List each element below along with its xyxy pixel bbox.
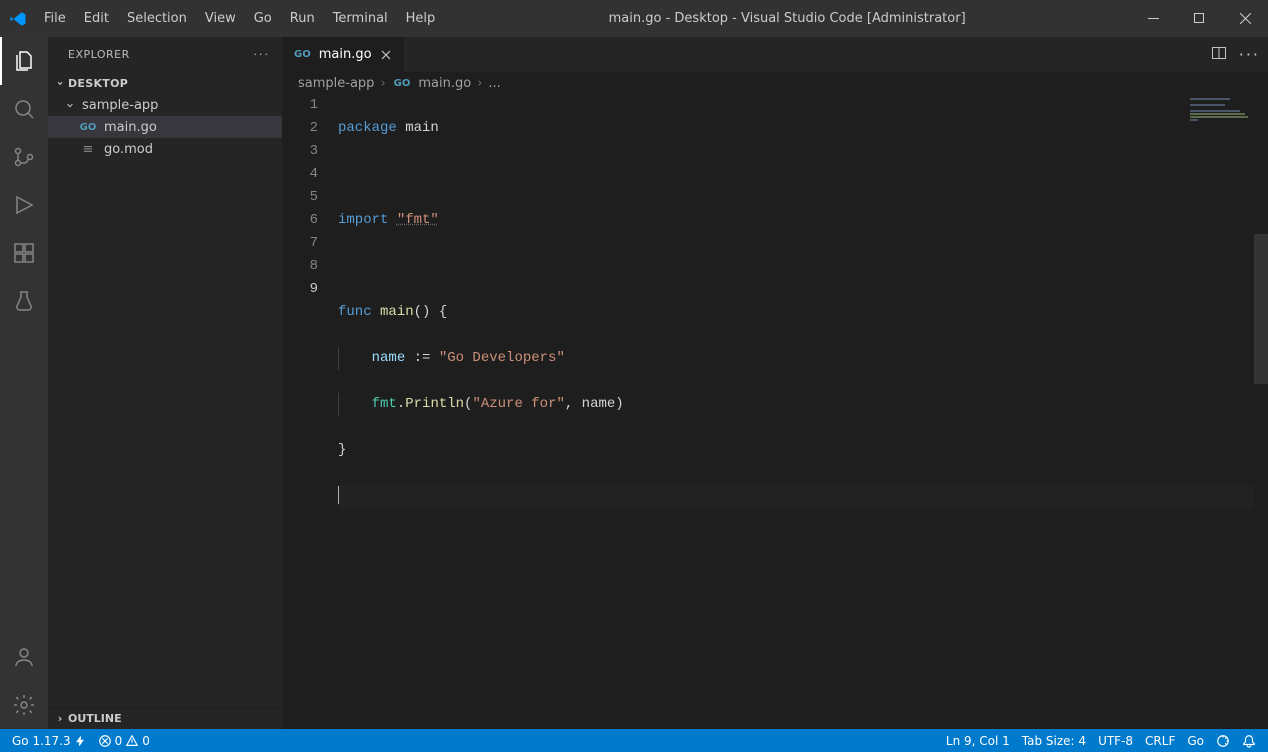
scrollbar[interactable] [1254,94,1268,729]
minimap-content [1190,98,1250,122]
go-file-icon: GO [80,122,96,133]
title-bar: File Edit Selection View Go Run Terminal… [0,0,1268,37]
chevron-down-icon [52,77,68,90]
menu-go[interactable]: Go [245,0,281,37]
tree-folder-sample-app[interactable]: sample-app [48,94,282,116]
status-bar: Go 1.17.3 0 0 Ln 9, Col 1 Tab Size: 4 UT… [0,729,1268,752]
chevron-right-icon [52,712,68,725]
line-number-gutter: 1 2 3 4 5 6 7 8 9 [282,94,338,729]
go-file-icon: GO [292,49,313,60]
window-title: main.go - Desktop - Visual Studio Code [… [444,11,1130,26]
breadcrumb-segment[interactable]: main.go [418,76,471,91]
activity-search[interactable] [0,85,48,133]
status-problems[interactable]: 0 0 [92,729,156,752]
close-button[interactable] [1222,0,1268,37]
code-editor[interactable]: 1 2 3 4 5 6 7 8 9 package main import "f… [282,94,1268,729]
menu-edit[interactable]: Edit [75,0,118,37]
chevron-down-icon [62,98,78,113]
minimap[interactable] [1174,94,1254,729]
root-label: DESKTOP [68,77,128,90]
outline-label: OUTLINE [68,712,122,725]
breadcrumb-tail[interactable]: ... [488,76,500,91]
file-tree: DESKTOP sample-app GO main.go ≡ go.mod [48,72,282,707]
activity-accounts[interactable] [0,633,48,681]
activity-settings[interactable] [0,681,48,729]
minimize-button[interactable] [1130,0,1176,37]
status-language[interactable]: Go [1181,729,1210,752]
status-encoding[interactable]: UTF-8 [1092,729,1139,752]
menu-file[interactable]: File [35,0,75,37]
activity-source-control[interactable] [0,133,48,181]
code-content[interactable]: package main import "fmt" func main() { … [338,94,1268,729]
folder-label: sample-app [82,98,158,113]
maximize-button[interactable] [1176,0,1222,37]
more-actions-icon[interactable]: ··· [1239,45,1260,64]
editor-area: GO main.go ··· sample-app › GO main.go ›… [282,37,1268,729]
status-tab-size[interactable]: Tab Size: 4 [1016,729,1092,752]
file-label: main.go [104,120,157,135]
menu-selection[interactable]: Selection [118,0,196,37]
explorer-title: EXPLORER [68,48,130,61]
chevron-right-icon: › [380,76,385,91]
menu-run[interactable]: Run [281,0,324,37]
status-go-version[interactable]: Go 1.17.3 [6,729,92,752]
text-cursor [338,486,339,504]
main-menu: File Edit Selection View Go Run Terminal… [35,0,444,37]
menu-terminal[interactable]: Terminal [324,0,397,37]
activity-testing[interactable] [0,277,48,325]
activity-explorer[interactable] [0,37,48,85]
scrollbar-thumb[interactable] [1254,234,1268,384]
breadcrumbs[interactable]: sample-app › GO main.go › ... [282,72,1268,94]
explorer-sidebar: EXPLORER ··· DESKTOP sample-app GO main.… [48,37,282,729]
status-notifications-icon[interactable] [1236,729,1262,752]
menu-view[interactable]: View [196,0,245,37]
outline-section[interactable]: OUTLINE [48,707,282,729]
status-feedback-icon[interactable] [1210,729,1236,752]
more-icon[interactable]: ··· [254,48,271,61]
tree-root[interactable]: DESKTOP [48,72,282,94]
editor-tabs: GO main.go ··· [282,37,1268,72]
activity-bar [0,37,48,729]
breadcrumb-segment[interactable]: sample-app [298,76,374,91]
tree-file-go-mod[interactable]: ≡ go.mod [48,138,282,160]
close-tab-button[interactable] [378,47,394,63]
menu-help[interactable]: Help [397,0,445,37]
status-cursor-position[interactable]: Ln 9, Col 1 [940,729,1016,752]
status-eol[interactable]: CRLF [1139,729,1181,752]
file-label: go.mod [104,142,153,157]
tab-main-go[interactable]: GO main.go [282,37,405,72]
editor-actions: ··· [1211,37,1268,72]
go-file-icon: GO [392,78,413,89]
split-editor-icon[interactable] [1211,45,1227,65]
window-controls [1130,0,1268,37]
activity-extensions[interactable] [0,229,48,277]
tree-file-main-go[interactable]: GO main.go [48,116,282,138]
vscode-logo-icon [0,10,35,28]
explorer-header: EXPLORER ··· [48,37,282,72]
file-icon: ≡ [80,142,96,157]
chevron-right-icon: › [477,76,482,91]
tab-label: main.go [319,47,372,62]
activity-run-debug[interactable] [0,181,48,229]
